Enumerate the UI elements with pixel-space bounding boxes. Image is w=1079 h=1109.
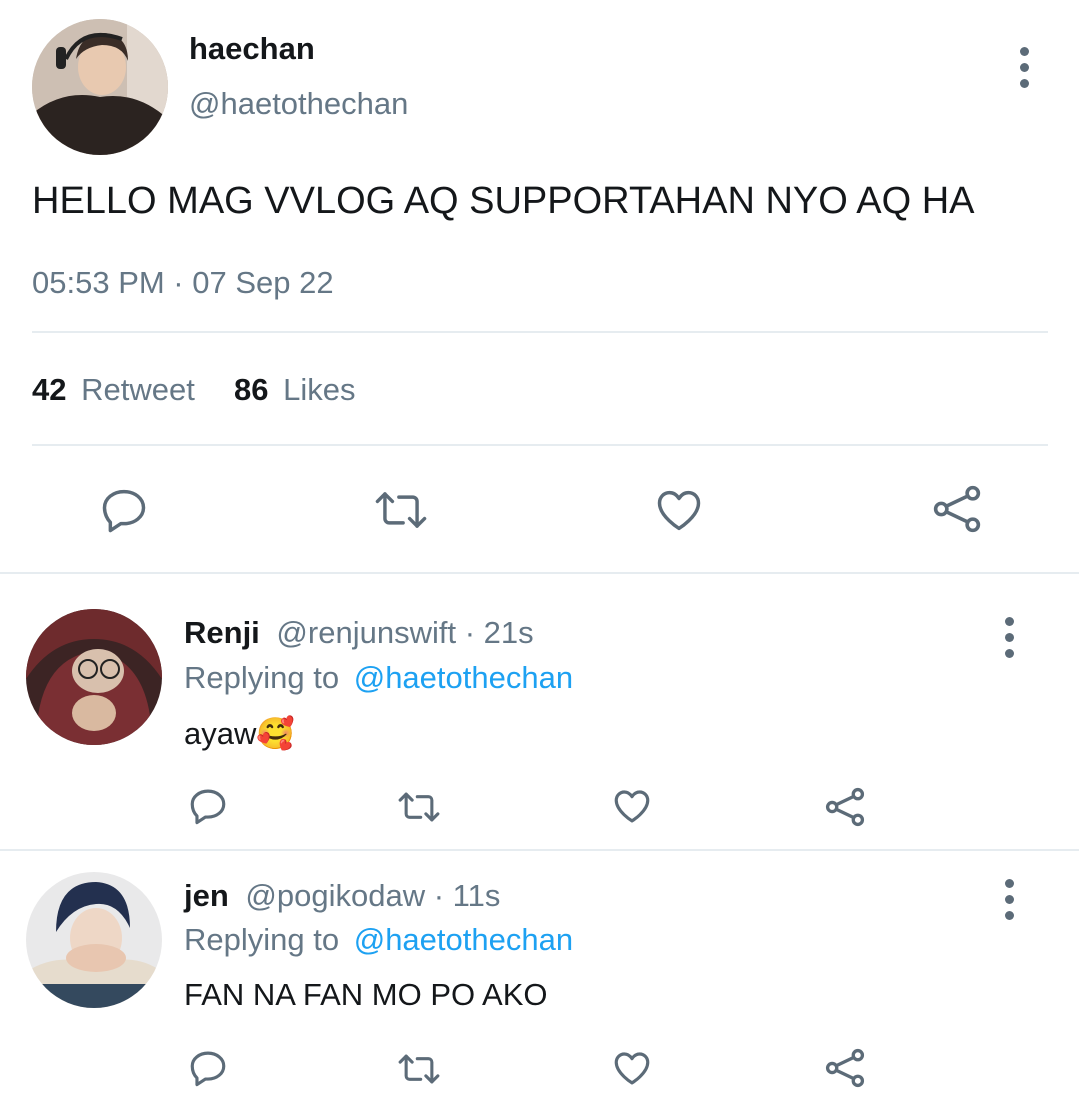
share-icon[interactable] [823,785,867,829]
divider [32,331,1048,333]
likes-label: Likes [283,372,356,407]
reply-text: ayaw🥰 [184,715,295,752]
retweet-icon[interactable] [371,484,431,536]
more-options-icon[interactable] [1004,617,1014,658]
section-divider [0,572,1079,574]
reply-header: jen @pogikodaw · 11s [184,878,500,914]
reply-time: · 11s [433,878,501,913]
more-options-icon[interactable] [1004,879,1014,920]
like-icon[interactable] [610,785,654,827]
like-count: 86 [234,372,269,407]
replying-to: Replying to @haetothechan [184,922,573,958]
retweet-count: 42 [32,372,67,407]
avatar-haechan[interactable] [32,19,168,155]
like-icon[interactable] [610,1047,654,1089]
reply-author-handle[interactable]: @renjunswift [276,615,456,650]
reply-text: FAN NA FAN MO PO AKO [184,977,548,1012]
likes-stat[interactable]: 86 Likes [234,372,355,408]
avatar-renji[interactable] [26,609,162,745]
retweet-icon[interactable] [395,786,443,828]
section-divider [0,849,1079,851]
reply-icon[interactable] [187,785,229,827]
reply-author-name[interactable]: jen [184,878,229,913]
author-handle[interactable]: @haetothechan [189,86,408,122]
reply-author-handle[interactable]: @pogikodaw [245,878,425,913]
smiling-face-with-hearts-emoji: 🥰 [256,716,295,751]
reply-time: · 21s [464,615,534,650]
replying-to-handle[interactable]: @haetothechan [354,660,573,695]
more-options-icon[interactable] [1019,47,1029,88]
like-icon[interactable] [652,484,706,536]
share-icon[interactable] [930,482,984,536]
tweet-timestamp[interactable]: 05:53 PM · 07 Sep 22 [32,265,334,301]
divider [32,444,1048,446]
reply-icon[interactable] [187,1047,229,1089]
reply-header: Renji @renjunswift · 21s [184,615,534,651]
replying-to-label: Replying to [184,660,340,695]
reply-text-content: ayaw [184,716,257,751]
tweet-text: HELLO MAG VVLOG AQ SUPPORTAHAN NYO AQ HA [32,180,975,222]
retweet-icon[interactable] [395,1048,443,1090]
reply-icon[interactable] [98,484,150,536]
author-name[interactable]: haechan [189,31,315,67]
avatar-jen[interactable] [26,872,162,1008]
retweet-stat[interactable]: 42 Retweet [32,372,195,408]
replying-to: Replying to @haetothechan [184,660,573,696]
share-icon[interactable] [823,1046,867,1090]
replying-to-handle[interactable]: @haetothechan [354,922,573,957]
retweet-label: Retweet [81,372,195,407]
reply-author-name[interactable]: Renji [184,615,260,650]
replying-to-label: Replying to [184,922,340,957]
